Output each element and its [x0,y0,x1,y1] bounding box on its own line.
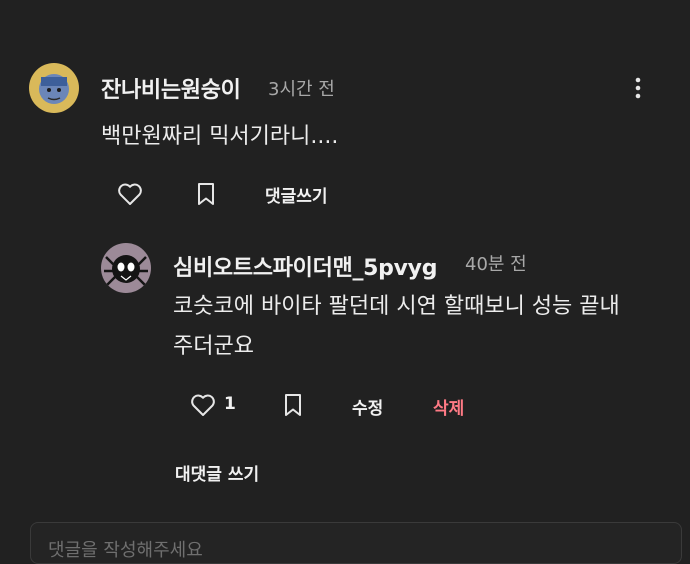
reply-button[interactable]: 댓글쓰기 [265,182,328,207]
reply-author[interactable]: 심비오트스파이더맨_5pvyg [173,250,437,282]
edit-button[interactable]: 수정 [352,394,383,419]
reply-bookmark-button[interactable] [277,389,309,421]
heart-icon [191,394,215,416]
heart-icon [118,183,142,205]
nested-reply-button[interactable]: 대댓글 쓰기 [175,460,259,485]
reply-avatar[interactable] [101,243,151,293]
bookmark-icon [198,183,214,205]
avatar[interactable] [29,63,79,113]
comment-input-placeholder: 댓글을 작성해주세요 [48,540,203,561]
delete-button[interactable]: 삭제 [433,394,464,419]
bookmark-button[interactable] [190,178,222,210]
like-count: 1 [224,394,236,414]
bookmark-icon [285,394,301,416]
reply-like-button[interactable] [187,389,219,421]
more-options-icon[interactable] [624,74,652,102]
reply-text-line2: 주더군요 [173,334,254,359]
comment-text: 백만원짜리 믹서기라니.... [101,124,339,149]
reply-time: 40분 전 [465,254,527,275]
like-button[interactable] [114,178,146,210]
comment-time: 3시간 전 [268,79,335,100]
comment-author[interactable]: 잔나비는원숭이 [101,72,241,104]
reply-text-line1: 코슷코에 바이타 팔던데 시연 할때보니 성능 끝내 [173,294,620,319]
